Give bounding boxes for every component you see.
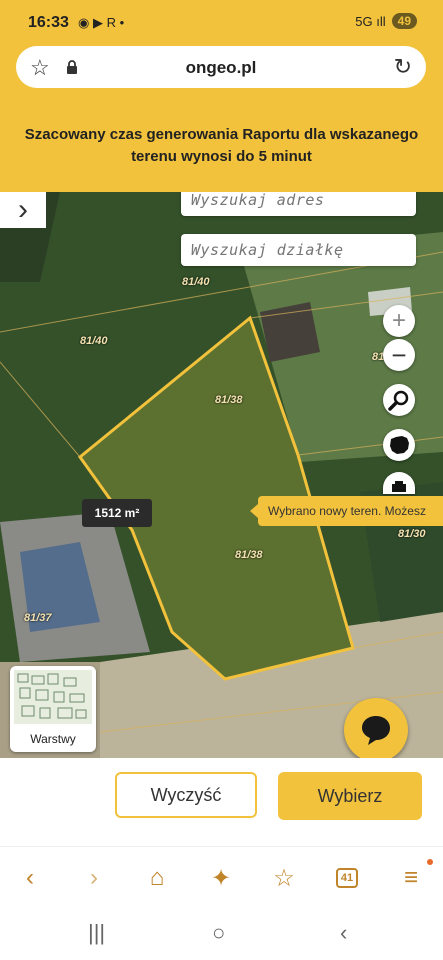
parcel-label: 81/40 [80, 335, 108, 347]
system-nav-bar: ||| ○ ‹ [0, 908, 443, 960]
status-bar: 16:33 ◉ ▶ R • 5G ıll 49 [0, 0, 443, 44]
zoom-in-button[interactable]: + [383, 305, 415, 337]
search-address-box[interactable] [181, 192, 416, 216]
home-icon[interactable]: ⌂ [137, 861, 177, 895]
status-time: 16:33 [28, 14, 69, 31]
battery-icon: 49 [391, 13, 417, 29]
search-parcel-button[interactable] [383, 384, 415, 416]
browser-bottom-bar: ‹ › ⌂ ✦ ☆ 41 ≡ [0, 846, 443, 909]
area-badge: 1512 m² [82, 499, 152, 527]
tabs-count: 41 [335, 868, 359, 888]
forward-icon[interactable]: › [74, 861, 114, 895]
notification-dot [427, 859, 433, 865]
parcel-label: 81/38 [235, 549, 263, 561]
layers-button[interactable]: Warstwy [10, 666, 96, 752]
tabs-icon[interactable]: 41 [327, 861, 367, 895]
chat-button[interactable] [344, 698, 408, 758]
parcel-label: 81/30 [398, 528, 426, 540]
browser-toolbar: ☆ ongeo.pl ↻ [0, 44, 443, 100]
reload-icon[interactable]: ↻ [394, 54, 412, 80]
plus-icon: + [391, 307, 406, 334]
chat-bubble-icon [362, 716, 390, 745]
bookmarks-icon[interactable]: ☆ [264, 861, 304, 895]
search-parcel-input[interactable] [181, 234, 416, 266]
banner-text: Szacowany czas generowania Raportu dla w… [24, 126, 419, 165]
poland-map-button[interactable] [383, 429, 415, 461]
system-back-icon[interactable]: ‹ [340, 920, 347, 946]
sparkle-icon[interactable]: ✦ [201, 861, 241, 895]
selection-tooltip: Wybrano nowy teren. Możesz [250, 496, 443, 526]
action-bar: Wyczyść Wybierz [0, 758, 443, 832]
search-parcel-box[interactable] [181, 234, 416, 266]
signal-icon: 5G ıll [355, 13, 386, 29]
home-circle-icon[interactable]: ○ [212, 920, 225, 946]
url-domain[interactable]: ongeo.pl [16, 58, 426, 78]
magnifier-icon [388, 390, 409, 411]
recent-apps-icon[interactable]: ||| [88, 920, 105, 946]
menu-icon[interactable]: ≡ [391, 859, 433, 895]
parcel-label: 81/38 [215, 394, 243, 406]
url-bar[interactable]: ☆ ongeo.pl ↻ [16, 46, 426, 88]
printer-icon [392, 481, 406, 492]
layers-thumbnail [14, 670, 92, 724]
poland-outline-icon [390, 436, 409, 454]
map-view[interactable]: › 81/40 81/40 81/38 81/38 81/37 81/30 81… [0, 192, 443, 758]
minus-icon: − [391, 339, 407, 370]
back-icon[interactable]: ‹ [10, 861, 50, 895]
layers-label: Warstwy [30, 732, 76, 746]
panel-toggle-chevron-right-icon[interactable]: › [0, 192, 46, 228]
zoom-out-button[interactable]: − [383, 339, 415, 371]
search-address-input[interactable] [181, 192, 416, 216]
parcel-label: 81/40 [182, 276, 210, 288]
clear-button[interactable]: Wyczyść [115, 772, 257, 818]
parcel-label: 81/37 [24, 612, 52, 624]
notification-icons: ◉ ▶ R • [78, 15, 125, 30]
info-banner: Szacowany czas generowania Raportu dla w… [0, 100, 443, 192]
select-button[interactable]: Wybierz [278, 772, 422, 820]
